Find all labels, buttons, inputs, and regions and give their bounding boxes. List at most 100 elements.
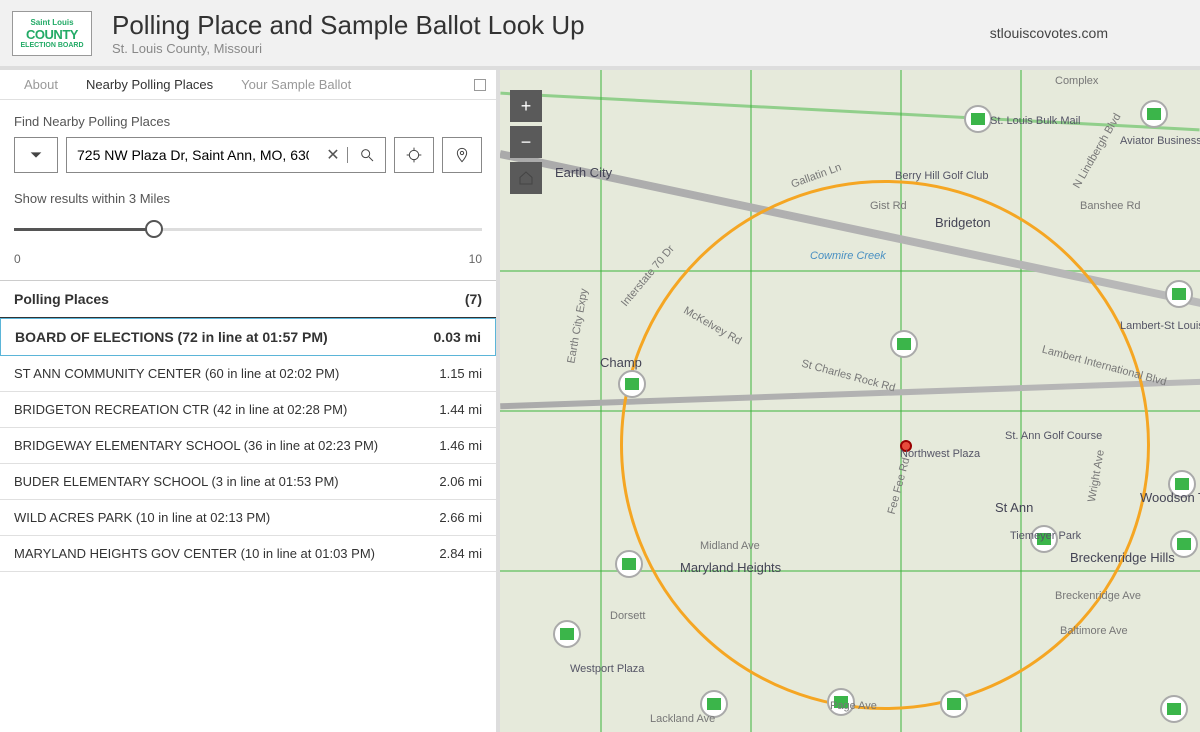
- collapse-panel-button[interactable]: [474, 79, 486, 91]
- ballot-box-icon: [707, 698, 721, 710]
- map-label: Tiemeyer Park: [1010, 530, 1081, 542]
- county-logo: Saint Louis COUNTY ELECTION BOARD: [12, 11, 92, 56]
- map-label: Aviator Business Park: [1120, 135, 1200, 147]
- map-label: Westport Plaza: [570, 663, 644, 675]
- result-row[interactable]: BUDER ELEMENTARY SCHOOL (3 in line at 01…: [0, 464, 496, 500]
- map-label: Dorsett: [610, 610, 645, 622]
- clear-input-button[interactable]: ✕: [319, 145, 347, 165]
- result-name: MARYLAND HEIGHTS GOV CENTER (10 in line …: [14, 546, 375, 561]
- app-header: Saint Louis COUNTY ELECTION BOARD Pollin…: [0, 0, 1200, 70]
- drop-pin-button[interactable]: [442, 137, 482, 173]
- ballot-box-icon: [622, 558, 636, 570]
- slider-max: 10: [469, 252, 482, 266]
- pin-icon: [454, 147, 470, 163]
- zoom-in-button[interactable]: +: [510, 90, 542, 122]
- polling-marker[interactable]: [553, 620, 581, 648]
- result-name: BRIDGEWAY ELEMENTARY SCHOOL (36 in line …: [14, 438, 378, 453]
- search-row: ✕: [14, 137, 482, 173]
- map-label: Breckenridge Hills: [1070, 550, 1175, 565]
- search-button[interactable]: [347, 147, 385, 163]
- address-input[interactable]: [67, 147, 319, 163]
- page-title: Polling Place and Sample Ballot Look Up: [112, 10, 930, 41]
- ballot-box-icon: [560, 628, 574, 640]
- search-input-wrap: ✕: [66, 137, 386, 173]
- result-distance: 2.66 mi: [439, 510, 482, 525]
- map-label: Page Ave: [830, 700, 877, 712]
- result-distance: 2.84 mi: [439, 546, 482, 561]
- tab-ballot[interactable]: Your Sample Ballot: [227, 71, 365, 98]
- ballot-box-icon: [1172, 288, 1186, 300]
- map-label: Champ: [600, 355, 642, 370]
- tab-bar: About Nearby Polling Places Your Sample …: [0, 70, 496, 100]
- site-url: stlouiscovotes.com: [990, 25, 1108, 41]
- ballot-box-icon: [625, 378, 639, 390]
- map-label: Lambert-St Louis Int'l Airport: [1120, 320, 1200, 332]
- slider-min: 0: [14, 252, 21, 266]
- ballot-box-icon: [971, 113, 985, 125]
- ballot-box-icon: [897, 338, 911, 350]
- map-controls: + −: [510, 90, 542, 194]
- polling-marker[interactable]: [615, 550, 643, 578]
- result-name: BRIDGETON RECREATION CTR (42 in line at …: [14, 402, 347, 417]
- slider-thumb[interactable]: [145, 220, 163, 238]
- result-distance: 1.44 mi: [439, 402, 482, 417]
- page-subtitle: St. Louis County, Missouri: [112, 41, 930, 56]
- result-distance: 2.06 mi: [439, 474, 482, 489]
- home-extent-button[interactable]: [510, 162, 542, 194]
- radius-label: Show results within 3 Miles: [14, 191, 482, 206]
- result-name: ST ANN COMMUNITY CENTER (60 in line at 0…: [14, 366, 339, 381]
- map-canvas[interactable]: + − Earth City Champ Bridgeton St Ann Ma…: [500, 70, 1200, 732]
- result-name: BOARD OF ELECTIONS (72 in line at 01:57 …: [15, 329, 328, 345]
- map-label: Earth City: [555, 165, 612, 180]
- result-name: BUDER ELEMENTARY SCHOOL (3 in line at 01…: [14, 474, 339, 489]
- map-label: Baltimore Ave: [1060, 625, 1128, 637]
- results-count: (7): [465, 291, 482, 307]
- result-row[interactable]: ST ANN COMMUNITY CENTER (60 in line at 0…: [0, 356, 496, 392]
- search-dropdown-button[interactable]: [14, 137, 58, 173]
- result-row[interactable]: BRIDGEWAY ELEMENTARY SCHOOL (36 in line …: [0, 428, 496, 464]
- map-label: Northwest Plaza: [900, 448, 980, 460]
- ballot-box-icon: [1177, 538, 1191, 550]
- map-label: St. Ann Golf Course: [1005, 430, 1102, 442]
- radius-slider[interactable]: [14, 216, 482, 246]
- zoom-out-button[interactable]: −: [510, 126, 542, 158]
- polling-marker[interactable]: [618, 370, 646, 398]
- result-distance: 1.46 mi: [439, 438, 482, 453]
- map-label: St. Louis Bulk Mail: [990, 115, 1080, 127]
- results-header: Polling Places (7): [0, 280, 496, 318]
- ballot-box-icon: [1175, 478, 1189, 490]
- polling-marker[interactable]: [890, 330, 918, 358]
- result-name: WILD ACRES PARK (10 in line at 02:13 PM): [14, 510, 270, 525]
- map-label: St Ann: [995, 500, 1033, 515]
- crosshair-icon: [406, 147, 422, 163]
- map-label: Woodson Terr: [1140, 490, 1200, 505]
- polling-marker[interactable]: [1140, 100, 1168, 128]
- ballot-box-icon: [1167, 703, 1181, 715]
- map-label: Earth City Expy: [565, 288, 590, 365]
- result-row[interactable]: BRIDGETON RECREATION CTR (42 in line at …: [0, 392, 496, 428]
- result-distance: 1.15 mi: [439, 366, 482, 381]
- locate-me-button[interactable]: [394, 137, 434, 173]
- tab-about[interactable]: About: [10, 71, 72, 98]
- polling-marker[interactable]: [1165, 280, 1193, 308]
- map-label: Midland Ave: [700, 540, 760, 552]
- sidebar: About Nearby Polling Places Your Sample …: [0, 70, 500, 732]
- map-label: Lackland Ave: [650, 713, 715, 725]
- title-block: Polling Place and Sample Ballot Look Up …: [112, 10, 930, 56]
- map-label: Gist Rd: [870, 200, 907, 212]
- tab-nearby[interactable]: Nearby Polling Places: [72, 71, 227, 98]
- polling-marker[interactable]: [940, 690, 968, 718]
- results-list: BOARD OF ELECTIONS (72 in line at 01:57 …: [0, 318, 496, 572]
- result-row[interactable]: WILD ACRES PARK (10 in line at 02:13 PM)…: [0, 500, 496, 536]
- search-icon: [359, 147, 375, 163]
- map-label: Bridgeton: [935, 215, 991, 230]
- ballot-box-icon: [947, 698, 961, 710]
- map-label: Complex: [1055, 75, 1098, 87]
- map-label: Maryland Heights: [680, 560, 781, 575]
- result-row[interactable]: MARYLAND HEIGHTS GOV CENTER (10 in line …: [0, 536, 496, 572]
- find-label: Find Nearby Polling Places: [14, 114, 482, 129]
- result-row[interactable]: BOARD OF ELECTIONS (72 in line at 01:57 …: [0, 318, 496, 356]
- chevron-down-icon: [28, 147, 44, 163]
- polling-marker[interactable]: [1160, 695, 1188, 723]
- polling-marker[interactable]: [964, 105, 992, 133]
